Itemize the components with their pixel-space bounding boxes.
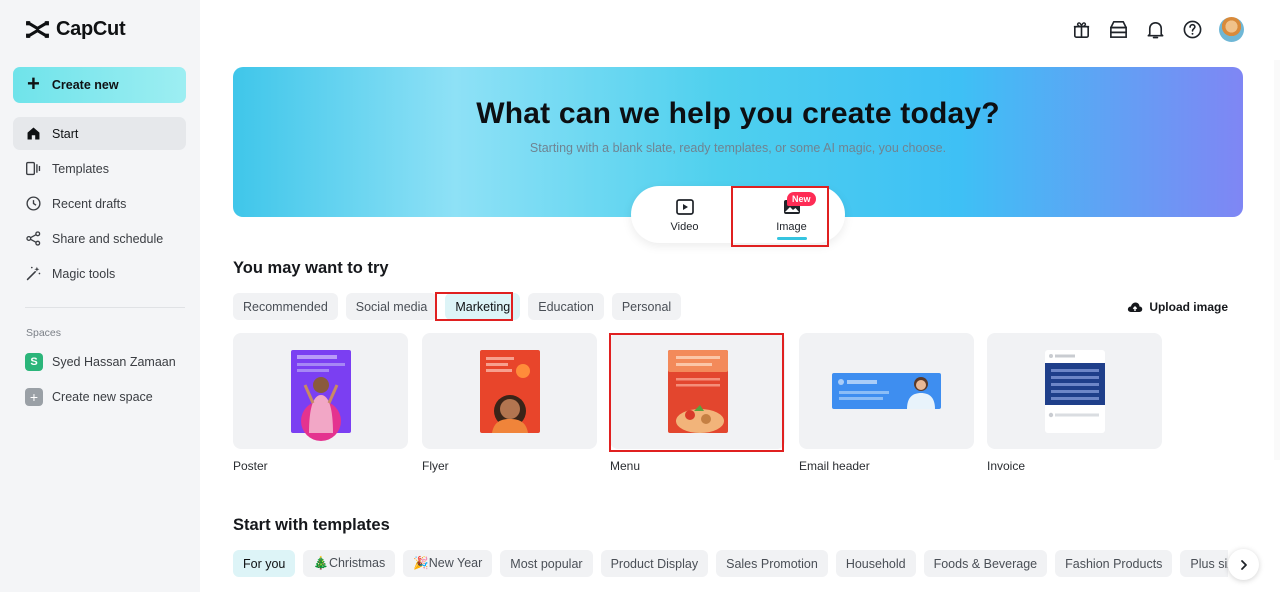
card-invoice-label: Invoice [987, 459, 1026, 473]
logo-text: CapCut [56, 18, 126, 40]
top-bar-icons [1071, 17, 1244, 42]
chip-sales-promotion[interactable]: Sales Promotion [716, 550, 828, 577]
chevron-right-icon [1240, 559, 1247, 570]
hero-subtitle: Starting with a blank slate, ready templ… [529, 141, 947, 155]
try-category-chips: Recommended Social media Marketing Educa… [233, 293, 682, 320]
chip-plus-size-clothing[interactable]: Plus size cloth [1180, 550, 1228, 577]
capcut-logo[interactable]: CapCut [25, 17, 126, 42]
tab-video[interactable]: Video [631, 186, 738, 243]
templates-section-title: Start with templates [233, 516, 390, 534]
sidebar-item-label: Magic tools [52, 266, 116, 281]
tab-image-label: Image [776, 220, 807, 233]
active-tab-indicator [776, 237, 807, 240]
sidebar-item-label: Templates [52, 161, 109, 176]
sidebar-item-magic-tools[interactable]: Magic tools [13, 257, 186, 290]
chip-foods-beverage[interactable]: Foods & Beverage [923, 550, 1048, 577]
spaces-title: Spaces [26, 327, 62, 339]
card-menu-label: Menu [610, 459, 641, 473]
sidebar-divider [25, 307, 185, 308]
tab-video-label: Video [670, 220, 699, 233]
capcut-logo-icon [26, 20, 49, 39]
templates-icon [26, 161, 41, 176]
chip-most-popular[interactable]: Most popular [500, 550, 593, 577]
card-email-header-label: Email header [799, 459, 870, 473]
menu-thumbnail [668, 350, 728, 433]
chips-next-button[interactable] [1228, 549, 1259, 580]
video-icon [675, 198, 694, 215]
card-poster[interactable] [233, 333, 408, 449]
chip-household[interactable]: Household [835, 550, 916, 577]
chip-fashion-products[interactable]: Fashion Products [1055, 550, 1173, 577]
storage-icon[interactable] [1108, 19, 1129, 40]
sidebar-item-label: Recent drafts [52, 196, 127, 211]
magic-wand-icon [26, 266, 41, 281]
sidebar: CapCut + Create new Start Templates Rece… [0, 0, 200, 592]
upload-image-button[interactable]: Upload image [1127, 299, 1228, 315]
plus-icon: + [25, 388, 43, 406]
bell-icon[interactable] [1145, 19, 1166, 40]
space-name: Syed Hassan Zamaan [52, 355, 176, 369]
flyer-thumbnail [480, 350, 540, 433]
cloud-upload-icon [1128, 302, 1143, 312]
create-new-button[interactable]: + Create new [13, 67, 186, 103]
create-new-space-button[interactable]: + Create new space [25, 388, 153, 406]
card-poster-label: Poster [233, 459, 268, 473]
sidebar-item-label: Share and schedule [52, 231, 164, 246]
sidebar-nav: Start Templates Recent drafts Share and … [13, 117, 186, 292]
space-item-user[interactable]: S Syed Hassan Zamaan [25, 353, 176, 371]
sidebar-item-start[interactable]: Start [13, 117, 186, 150]
home-icon [27, 127, 40, 140]
sidebar-item-recent-drafts[interactable]: Recent drafts [13, 187, 186, 220]
chip-christmas[interactable]: 🎄Christmas [303, 550, 396, 577]
upload-image-label: Upload image [1149, 300, 1228, 314]
card-invoice[interactable] [987, 333, 1162, 449]
create-new-label: Create new [51, 78, 119, 92]
poster-thumbnail [291, 350, 351, 441]
chip-for-you[interactable]: For you [233, 550, 296, 577]
create-space-label: Create new space [52, 390, 153, 404]
chip-social-media[interactable]: Social media [345, 293, 438, 320]
share-icon [26, 231, 41, 246]
card-flyer[interactable] [422, 333, 597, 449]
template-category-chips: For you 🎄Christmas 🎉New Year Most popula… [233, 550, 1228, 577]
new-badge: New [787, 192, 816, 206]
chip-personal[interactable]: Personal [611, 293, 682, 320]
help-icon[interactable] [1182, 19, 1203, 40]
chip-education[interactable]: Education [528, 293, 604, 320]
sidebar-item-share-and-schedule[interactable]: Share and schedule [13, 222, 186, 255]
card-menu[interactable] [610, 333, 785, 449]
sidebar-item-label: Start [52, 126, 79, 141]
plus-icon: + [27, 71, 40, 96]
user-avatar[interactable] [1219, 17, 1244, 42]
hero-title: What can we help you create today? [476, 97, 1000, 130]
space-avatar: S [25, 353, 43, 371]
email-header-thumbnail [832, 373, 941, 409]
try-section-title: You may want to try [233, 259, 389, 277]
clock-icon [26, 196, 41, 211]
chip-new-year[interactable]: 🎉New Year [403, 550, 493, 577]
chip-marketing[interactable]: Marketing [445, 293, 521, 320]
gift-icon[interactable] [1071, 19, 1092, 40]
page-scrollbar[interactable] [1274, 60, 1280, 460]
chip-recommended[interactable]: Recommended [233, 293, 338, 320]
card-email-header[interactable] [799, 333, 974, 449]
sidebar-item-templates[interactable]: Templates [13, 152, 186, 185]
card-flyer-label: Flyer [422, 459, 449, 473]
invoice-thumbnail [1045, 350, 1105, 433]
chip-product-display[interactable]: Product Display [600, 550, 709, 577]
